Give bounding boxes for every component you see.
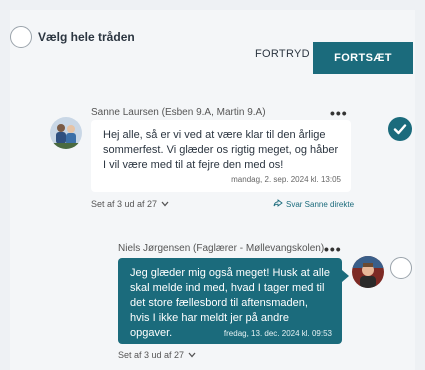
select-message-radio[interactable] bbox=[390, 257, 412, 279]
seen-by[interactable]: Set af 3 ud af 27 bbox=[91, 199, 169, 209]
message-timestamp: fredag, 13. dec. 2024 kl. 09:53 bbox=[223, 329, 332, 338]
select-all-radio[interactable] bbox=[10, 26, 32, 48]
message-author: Sanne Laursen (Esben 9.A, Martin 9.A) bbox=[91, 107, 266, 118]
seen-by[interactable]: Set af 3 ud af 27 bbox=[118, 350, 196, 360]
continue-button[interactable]: FORTSÆT bbox=[313, 42, 413, 74]
more-options-icon[interactable]: ••• bbox=[330, 106, 348, 120]
avatar bbox=[352, 256, 384, 288]
message-text: Hej alle, så er vi ved at være klar til … bbox=[103, 129, 339, 171]
selected-check-icon[interactable] bbox=[388, 117, 412, 141]
page: Vælg hele tråden FORTRYD FORTSÆT Sanne L… bbox=[0, 0, 425, 370]
seen-by-label: Set af 3 ud af 27 bbox=[91, 199, 158, 209]
reply-directly-link[interactable]: Svar Sanne direkte bbox=[273, 199, 354, 209]
chevron-down-icon bbox=[188, 350, 196, 360]
cancel-button[interactable]: FORTRYD bbox=[255, 48, 310, 60]
message-bubble-own: Jeg glæder mig også meget! Husk at alle … bbox=[118, 258, 349, 344]
reply-label: Svar Sanne direkte bbox=[286, 199, 355, 209]
reply-arrow-icon bbox=[273, 199, 283, 209]
chevron-down-icon bbox=[161, 199, 169, 209]
more-options-icon[interactable]: ••• bbox=[324, 242, 342, 256]
select-all-label: Vælg hele tråden bbox=[38, 30, 135, 44]
seen-by-label: Set af 3 ud af 27 bbox=[118, 350, 185, 360]
message-timestamp: mandag, 2. sep. 2024 kl. 13:05 bbox=[231, 175, 341, 184]
message-bubble: Hej alle, så er vi ved at være klar til … bbox=[91, 120, 351, 192]
select-whole-thread[interactable]: Vælg hele tråden bbox=[10, 26, 135, 48]
avatar bbox=[50, 117, 82, 149]
message-author: Niels Jørgensen (Faglærer - Møllevangsko… bbox=[118, 243, 325, 254]
